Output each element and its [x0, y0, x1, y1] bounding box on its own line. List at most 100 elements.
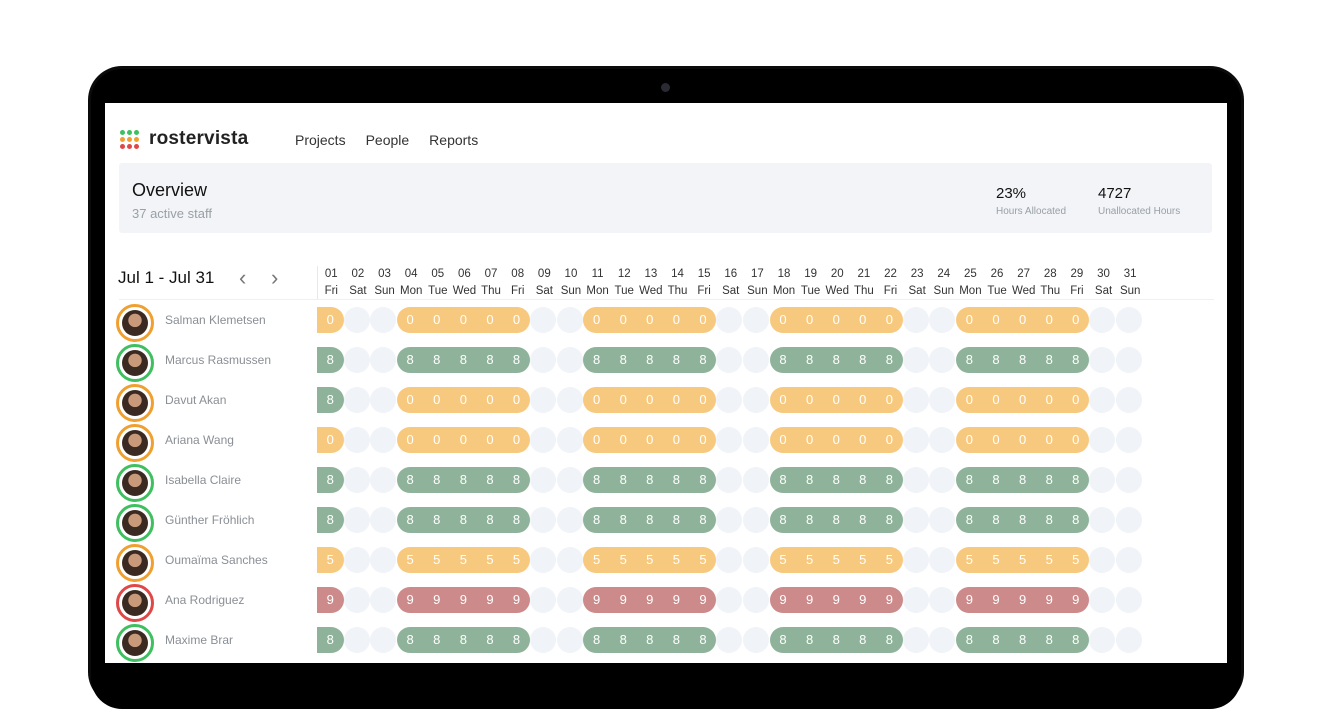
allocation-cell[interactable]: 0 — [317, 427, 344, 453]
allocation-week-bar[interactable]: 8 8 8 8 8 — [396, 347, 530, 373]
empty-day-cell[interactable] — [343, 347, 370, 373]
empty-day-cell[interactable] — [343, 427, 370, 453]
allocation-week-bar[interactable]: 8 8 8 8 8 — [583, 507, 717, 533]
allocation-week-bar[interactable]: 8 8 8 8 8 — [396, 467, 530, 493]
allocation-week-bar[interactable]: 8 8 8 8 8 — [956, 627, 1090, 653]
empty-day-cell[interactable] — [902, 507, 929, 533]
logo[interactable]: rostervista — [120, 128, 248, 150]
empty-day-cell[interactable] — [716, 627, 743, 653]
empty-day-cell[interactable] — [929, 507, 956, 533]
empty-day-cell[interactable] — [743, 347, 770, 373]
empty-day-cell[interactable] — [343, 387, 370, 413]
allocation-week-bar[interactable]: 0 0 0 0 0 — [396, 427, 530, 453]
allocation-week-bar[interactable]: 8 8 8 8 8 — [956, 347, 1090, 373]
empty-day-cell[interactable] — [902, 387, 929, 413]
empty-day-cell[interactable] — [556, 587, 583, 613]
allocation-week-bar[interactable]: 0 0 0 0 0 — [396, 387, 530, 413]
empty-day-cell[interactable] — [929, 307, 956, 333]
empty-day-cell[interactable] — [743, 467, 770, 493]
empty-day-cell[interactable] — [556, 627, 583, 653]
allocation-week-bar[interactable]: 5 5 5 5 5 — [769, 547, 903, 573]
empty-day-cell[interactable] — [1115, 307, 1142, 333]
empty-day-cell[interactable] — [370, 387, 397, 413]
allocation-cell[interactable]: 8 — [317, 387, 344, 413]
empty-day-cell[interactable] — [716, 347, 743, 373]
empty-day-cell[interactable] — [343, 307, 370, 333]
empty-day-cell[interactable] — [343, 587, 370, 613]
empty-day-cell[interactable] — [343, 467, 370, 493]
empty-day-cell[interactable] — [743, 427, 770, 453]
empty-day-cell[interactable] — [716, 427, 743, 453]
allocation-week-bar[interactable]: 8 8 8 8 8 — [769, 467, 903, 493]
empty-day-cell[interactable] — [530, 467, 557, 493]
staff-name[interactable]: Oumaïma Sanches — [165, 553, 268, 567]
empty-day-cell[interactable] — [1115, 467, 1142, 493]
staff-name[interactable]: Maxime Brar — [165, 633, 233, 647]
empty-day-cell[interactable] — [1089, 587, 1116, 613]
avatar[interactable] — [116, 624, 154, 662]
empty-day-cell[interactable] — [743, 547, 770, 573]
empty-day-cell[interactable] — [1089, 627, 1116, 653]
nav-projects[interactable]: Projects — [295, 132, 346, 148]
allocation-cell[interactable]: 9 — [317, 587, 344, 613]
allocation-cell[interactable]: 8 — [317, 507, 344, 533]
avatar[interactable] — [116, 504, 154, 542]
empty-day-cell[interactable] — [902, 627, 929, 653]
empty-day-cell[interactable] — [530, 547, 557, 573]
staff-name[interactable]: Salman Klemetsen — [165, 313, 266, 327]
chevron-right-icon[interactable]: › — [271, 265, 278, 291]
empty-day-cell[interactable] — [1089, 307, 1116, 333]
allocation-week-bar[interactable]: 8 8 8 8 8 — [956, 507, 1090, 533]
empty-day-cell[interactable] — [370, 507, 397, 533]
nav-people[interactable]: People — [366, 132, 410, 148]
empty-day-cell[interactable] — [1115, 347, 1142, 373]
allocation-week-bar[interactable]: 8 8 8 8 8 — [769, 627, 903, 653]
allocation-week-bar[interactable]: 8 8 8 8 8 — [396, 627, 530, 653]
empty-day-cell[interactable] — [530, 347, 557, 373]
empty-day-cell[interactable] — [902, 347, 929, 373]
allocation-cell[interactable]: 0 — [317, 307, 344, 333]
empty-day-cell[interactable] — [716, 547, 743, 573]
allocation-week-bar[interactable]: 0 0 0 0 0 — [769, 427, 903, 453]
empty-day-cell[interactable] — [902, 467, 929, 493]
staff-name[interactable]: Ana Rodriguez — [165, 593, 244, 607]
empty-day-cell[interactable] — [1089, 547, 1116, 573]
empty-day-cell[interactable] — [1115, 547, 1142, 573]
empty-day-cell[interactable] — [716, 307, 743, 333]
empty-day-cell[interactable] — [530, 387, 557, 413]
allocation-cell[interactable]: 8 — [317, 627, 344, 653]
empty-day-cell[interactable] — [929, 587, 956, 613]
allocation-week-bar[interactable]: 5 5 5 5 5 — [583, 547, 717, 573]
allocation-week-bar[interactable]: 8 8 8 8 8 — [769, 347, 903, 373]
avatar[interactable] — [116, 304, 154, 342]
empty-day-cell[interactable] — [1089, 387, 1116, 413]
empty-day-cell[interactable] — [716, 507, 743, 533]
empty-day-cell[interactable] — [1115, 427, 1142, 453]
allocation-week-bar[interactable]: 0 0 0 0 0 — [956, 307, 1090, 333]
avatar[interactable] — [116, 544, 154, 582]
allocation-week-bar[interactable]: 5 5 5 5 5 — [956, 547, 1090, 573]
allocation-week-bar[interactable]: 8 8 8 8 8 — [583, 347, 717, 373]
allocation-week-bar[interactable]: 0 0 0 0 0 — [396, 307, 530, 333]
empty-day-cell[interactable] — [1115, 387, 1142, 413]
empty-day-cell[interactable] — [716, 587, 743, 613]
empty-day-cell[interactable] — [530, 427, 557, 453]
empty-day-cell[interactable] — [1115, 627, 1142, 653]
staff-name[interactable]: Marcus Rasmussen — [165, 353, 271, 367]
empty-day-cell[interactable] — [530, 307, 557, 333]
nav-reports[interactable]: Reports — [429, 132, 478, 148]
empty-day-cell[interactable] — [929, 347, 956, 373]
empty-day-cell[interactable] — [902, 547, 929, 573]
chevron-left-icon[interactable]: ‹ — [239, 265, 246, 291]
empty-day-cell[interactable] — [743, 627, 770, 653]
empty-day-cell[interactable] — [556, 507, 583, 533]
empty-day-cell[interactable] — [370, 307, 397, 333]
empty-day-cell[interactable] — [929, 467, 956, 493]
staff-name[interactable]: Davut Akan — [165, 393, 226, 407]
empty-day-cell[interactable] — [743, 387, 770, 413]
empty-day-cell[interactable] — [902, 427, 929, 453]
staff-name[interactable]: Isabella Claire — [165, 473, 241, 487]
allocation-week-bar[interactable]: 5 5 5 5 5 — [396, 547, 530, 573]
allocation-week-bar[interactable]: 8 8 8 8 8 — [956, 467, 1090, 493]
avatar[interactable] — [116, 424, 154, 462]
